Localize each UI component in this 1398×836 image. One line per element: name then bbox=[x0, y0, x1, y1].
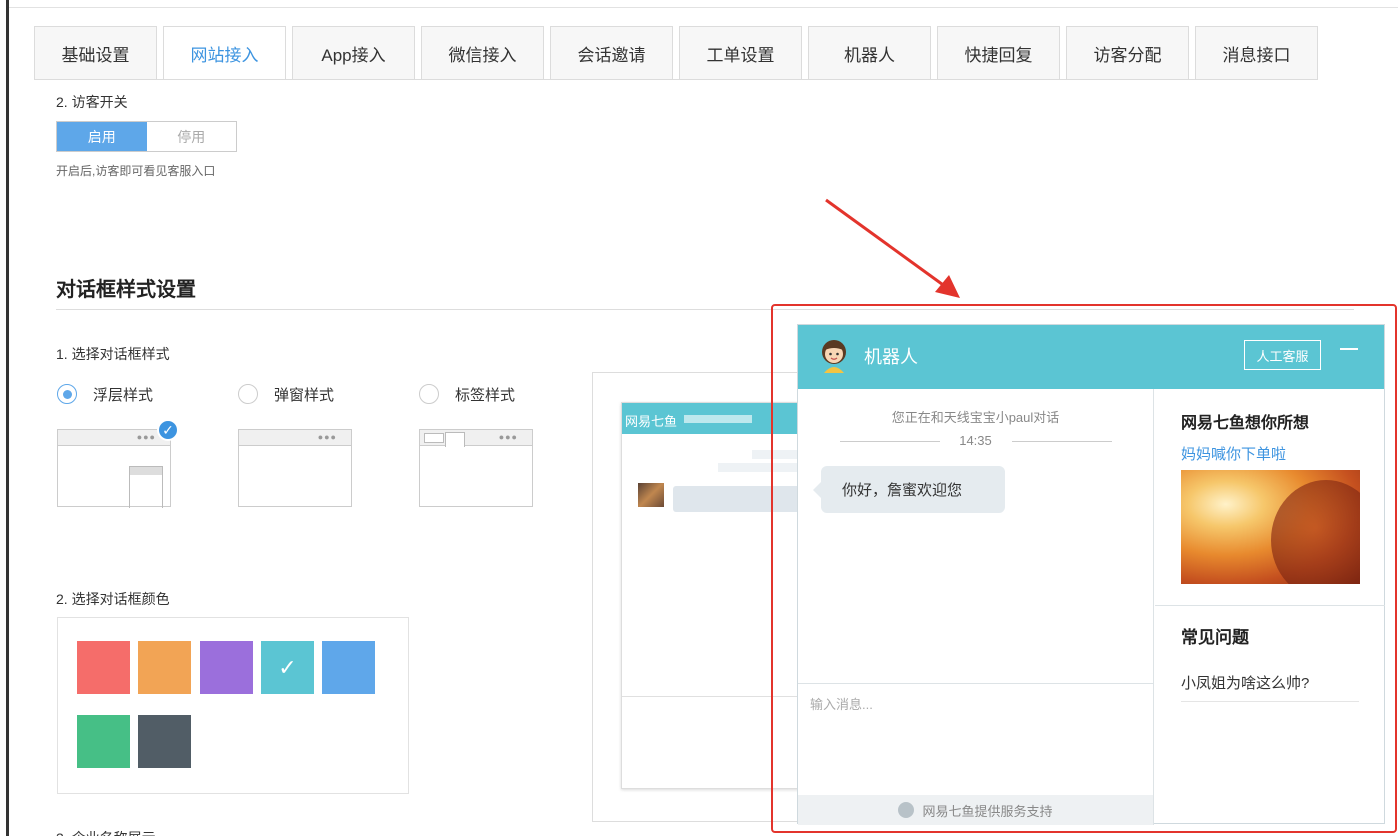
float-panel-shape bbox=[129, 466, 163, 508]
radio-popup-style[interactable] bbox=[238, 384, 258, 404]
company-name-heading: 3. 企业名称展示 bbox=[56, 828, 156, 836]
disable-button[interactable]: 停用 bbox=[147, 122, 237, 151]
tabs-divider bbox=[34, 79, 1311, 80]
tab-basic-settings[interactable]: 基础设置 bbox=[34, 26, 157, 80]
preview-title-placeholder bbox=[684, 415, 752, 423]
enable-button[interactable]: 启用 bbox=[57, 122, 147, 151]
choose-style-heading: 1. 选择对话框样式 bbox=[56, 346, 170, 362]
chat-window: 机器人 人工客服 您正在和天线宝宝小paul对话 14:35 你好，詹蜜欢迎您 … bbox=[797, 324, 1385, 825]
sidebar-link[interactable]: 妈妈喊你下单啦 bbox=[1181, 443, 1286, 464]
chat-status: 您正在和天线宝宝小paul对话 bbox=[891, 410, 1060, 425]
tab-website-access[interactable]: 网站接入 bbox=[163, 26, 286, 80]
faq-title: 常见问题 bbox=[1181, 628, 1249, 647]
tab-ticket-settings[interactable]: 工单设置 bbox=[679, 26, 802, 80]
float-style-thumbnail[interactable]: ●●● bbox=[57, 429, 171, 508]
tab-shape-active bbox=[445, 432, 465, 447]
preview-title: 网易七鱼 bbox=[625, 414, 678, 429]
faq-divider bbox=[1181, 701, 1359, 702]
visitor-switch-toggle: 启用 停用 bbox=[56, 121, 237, 152]
minimize-icon[interactable] bbox=[1340, 348, 1358, 350]
radio-tab-style[interactable] bbox=[419, 384, 439, 404]
tab-visitor-allocation[interactable]: 访客分配 bbox=[1066, 26, 1189, 80]
color-swatch-purple[interactable] bbox=[200, 641, 253, 694]
tab-wechat-access[interactable]: 微信接入 bbox=[421, 26, 544, 80]
human-agent-button[interactable]: 人工客服 bbox=[1244, 340, 1321, 370]
visitor-switch-hint: 开启后,访客即可看见客服入口 bbox=[56, 164, 216, 178]
radio-popup-style-label[interactable]: 弹窗样式 bbox=[274, 384, 334, 405]
tab-shape bbox=[424, 433, 444, 443]
color-swatch-dark[interactable] bbox=[138, 715, 191, 768]
check-icon: ✓ bbox=[278, 654, 297, 680]
robot-avatar-icon bbox=[822, 340, 846, 373]
chat-sidebar: 网易七鱼想你所想 妈妈喊你下单啦 常见问题 小凤姐为啥这么帅? bbox=[1155, 389, 1385, 825]
choose-color-heading: 2. 选择对话框颜色 bbox=[56, 591, 170, 607]
color-swatch-blue[interactable] bbox=[322, 641, 375, 694]
color-swatch-red[interactable] bbox=[77, 641, 130, 694]
chat-footer: 网易七鱼提供服务支持 bbox=[798, 795, 1153, 825]
tab-quick-reply[interactable]: 快捷回复 bbox=[937, 26, 1060, 80]
message-input-placeholder: 输入消息... bbox=[810, 697, 873, 712]
window-dots-icon: ●●● bbox=[498, 432, 518, 442]
footer-text: 网易七鱼提供服务支持 bbox=[922, 803, 1053, 819]
sidebar-divider bbox=[1155, 605, 1385, 606]
tab-robot[interactable]: 机器人 bbox=[808, 26, 931, 80]
radio-tab-style-label[interactable]: 标签样式 bbox=[455, 384, 515, 405]
radio-float-style-label[interactable]: 浮层样式 bbox=[93, 384, 153, 405]
tab-app-access[interactable]: App接入 bbox=[292, 26, 415, 80]
tab-message-api[interactable]: 消息接口 bbox=[1195, 26, 1318, 80]
window-dots-icon: ●●● bbox=[136, 432, 156, 442]
color-swatch-green[interactable] bbox=[77, 715, 130, 768]
faq-item[interactable]: 小凤姐为啥这么帅? bbox=[1181, 672, 1309, 693]
chat-header: 机器人 人工客服 bbox=[798, 325, 1384, 389]
left-edge bbox=[0, 0, 9, 836]
message-input[interactable]: 输入消息... bbox=[798, 683, 1153, 795]
sidebar-promo-image[interactable] bbox=[1181, 470, 1360, 584]
top-divider bbox=[9, 0, 1398, 8]
settings-tabs: 基础设置 网站接入 App接入 微信接入 会话邀请 工单设置 机器人 快捷回复 … bbox=[34, 26, 1324, 80]
qiyu-logo-icon bbox=[898, 802, 915, 818]
visitor-switch-heading: 2. 访客开关 bbox=[56, 94, 128, 110]
selected-check-icon: ✓ bbox=[157, 419, 179, 441]
color-swatch-teal[interactable]: ✓ bbox=[261, 641, 314, 694]
radio-float-style[interactable] bbox=[57, 384, 77, 404]
preview-avatar bbox=[638, 483, 664, 507]
dialog-style-section-title: 对话框样式设置 bbox=[56, 279, 196, 301]
chat-title: 机器人 bbox=[864, 347, 918, 367]
color-palette: ✓ bbox=[57, 617, 409, 794]
chat-conversation: 您正在和天线宝宝小paul对话 14:35 你好，詹蜜欢迎您 输入消息... 网… bbox=[798, 389, 1154, 825]
message-time: 14:35 bbox=[959, 433, 992, 448]
tab-style-thumbnail[interactable]: ●●● bbox=[419, 429, 533, 507]
window-dots-icon: ●●● bbox=[317, 432, 337, 442]
robot-message-bubble: 你好，詹蜜欢迎您 bbox=[813, 466, 1005, 513]
tab-session-invite[interactable]: 会话邀请 bbox=[550, 26, 673, 80]
sidebar-title: 网易七鱼想你所想 bbox=[1181, 415, 1310, 432]
color-swatch-orange[interactable] bbox=[138, 641, 191, 694]
popup-style-thumbnail[interactable]: ●●● bbox=[238, 429, 352, 507]
